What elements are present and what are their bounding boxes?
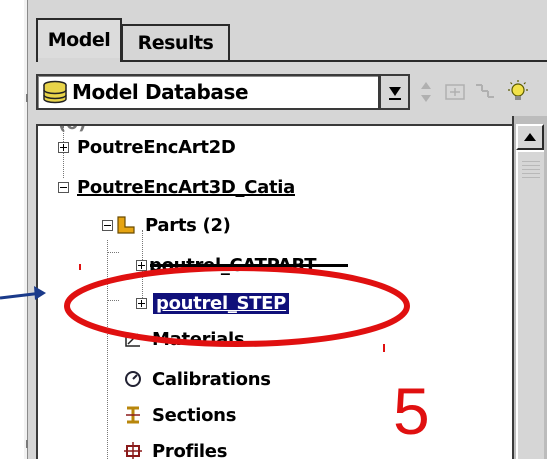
splitter-grip — [26, 440, 28, 448]
expand-icon[interactable] — [442, 80, 468, 104]
tree-item-materials[interactable]: Materials — [122, 324, 245, 354]
collapse-icon[interactable] — [102, 219, 113, 231]
tree-item-label: PoutreEncArt3D_Catia — [77, 176, 295, 198]
triangle-up-icon — [524, 133, 536, 141]
model-database-label: Model Database — [72, 80, 249, 104]
expand-icon[interactable] — [136, 297, 147, 309]
step-up-down-icon[interactable] — [416, 80, 436, 104]
tree-item-label: Materials — [152, 328, 245, 350]
overlap-mark — [150, 264, 348, 267]
tree-item-sections[interactable]: Sections — [122, 400, 236, 430]
tree-item-parts[interactable]: Parts (2) — [102, 210, 231, 240]
tab-model[interactable]: Model — [36, 18, 122, 60]
model-tree[interactable]: (0) PoutreEncArt2D PoutreEncArt3D_Catia … — [36, 124, 512, 459]
tree-item-poutreencart3d-catia[interactable]: PoutreEncArt3D_Catia — [58, 172, 295, 202]
lightbulb-icon[interactable] — [504, 80, 532, 104]
tree-item-label: Parts (2) — [145, 214, 231, 236]
materials-icon — [125, 332, 140, 347]
tree-item-label: Sections — [152, 404, 237, 426]
scroll-thumb[interactable] — [516, 150, 544, 459]
step-number-annotation: 5 — [393, 374, 430, 448]
model-database-dropdown[interactable]: Model Database — [36, 74, 380, 110]
database-icon — [43, 80, 67, 104]
tree-item-poutrel-step[interactable]: poutrel_STEP — [136, 288, 290, 318]
sections-icon — [126, 406, 140, 424]
collapse-icon[interactable] — [58, 181, 69, 193]
tree-scrollbar[interactable] — [512, 116, 547, 459]
tree-item-label: PoutreEncArt2D — [77, 136, 236, 158]
scroll-up-button[interactable] — [516, 124, 544, 150]
tree-item-profiles[interactable]: Profiles — [122, 436, 227, 459]
tree-item-poutreencart2d[interactable]: PoutreEncArt2D — [58, 132, 236, 162]
dropdown-arrow-button[interactable] — [380, 74, 410, 110]
expand-icon[interactable] — [136, 259, 147, 271]
expand-icon[interactable] — [58, 141, 69, 153]
tree-item-calibrations[interactable]: Calibrations — [122, 364, 271, 394]
tree-item-label: Calibrations — [152, 368, 271, 390]
tree-item-label: poutrel_STEP — [153, 292, 290, 314]
triangle-down-icon — [388, 87, 401, 100]
tab-results[interactable]: Results — [122, 24, 230, 60]
profiles-icon — [124, 442, 142, 459]
splitter-grip — [26, 94, 28, 102]
tree-item-label: Profiles — [152, 440, 228, 459]
panel-splitter[interactable] — [24, 0, 36, 459]
filter-icon[interactable] — [472, 80, 498, 104]
part-icon — [117, 216, 135, 234]
calibrations-icon — [125, 371, 141, 387]
